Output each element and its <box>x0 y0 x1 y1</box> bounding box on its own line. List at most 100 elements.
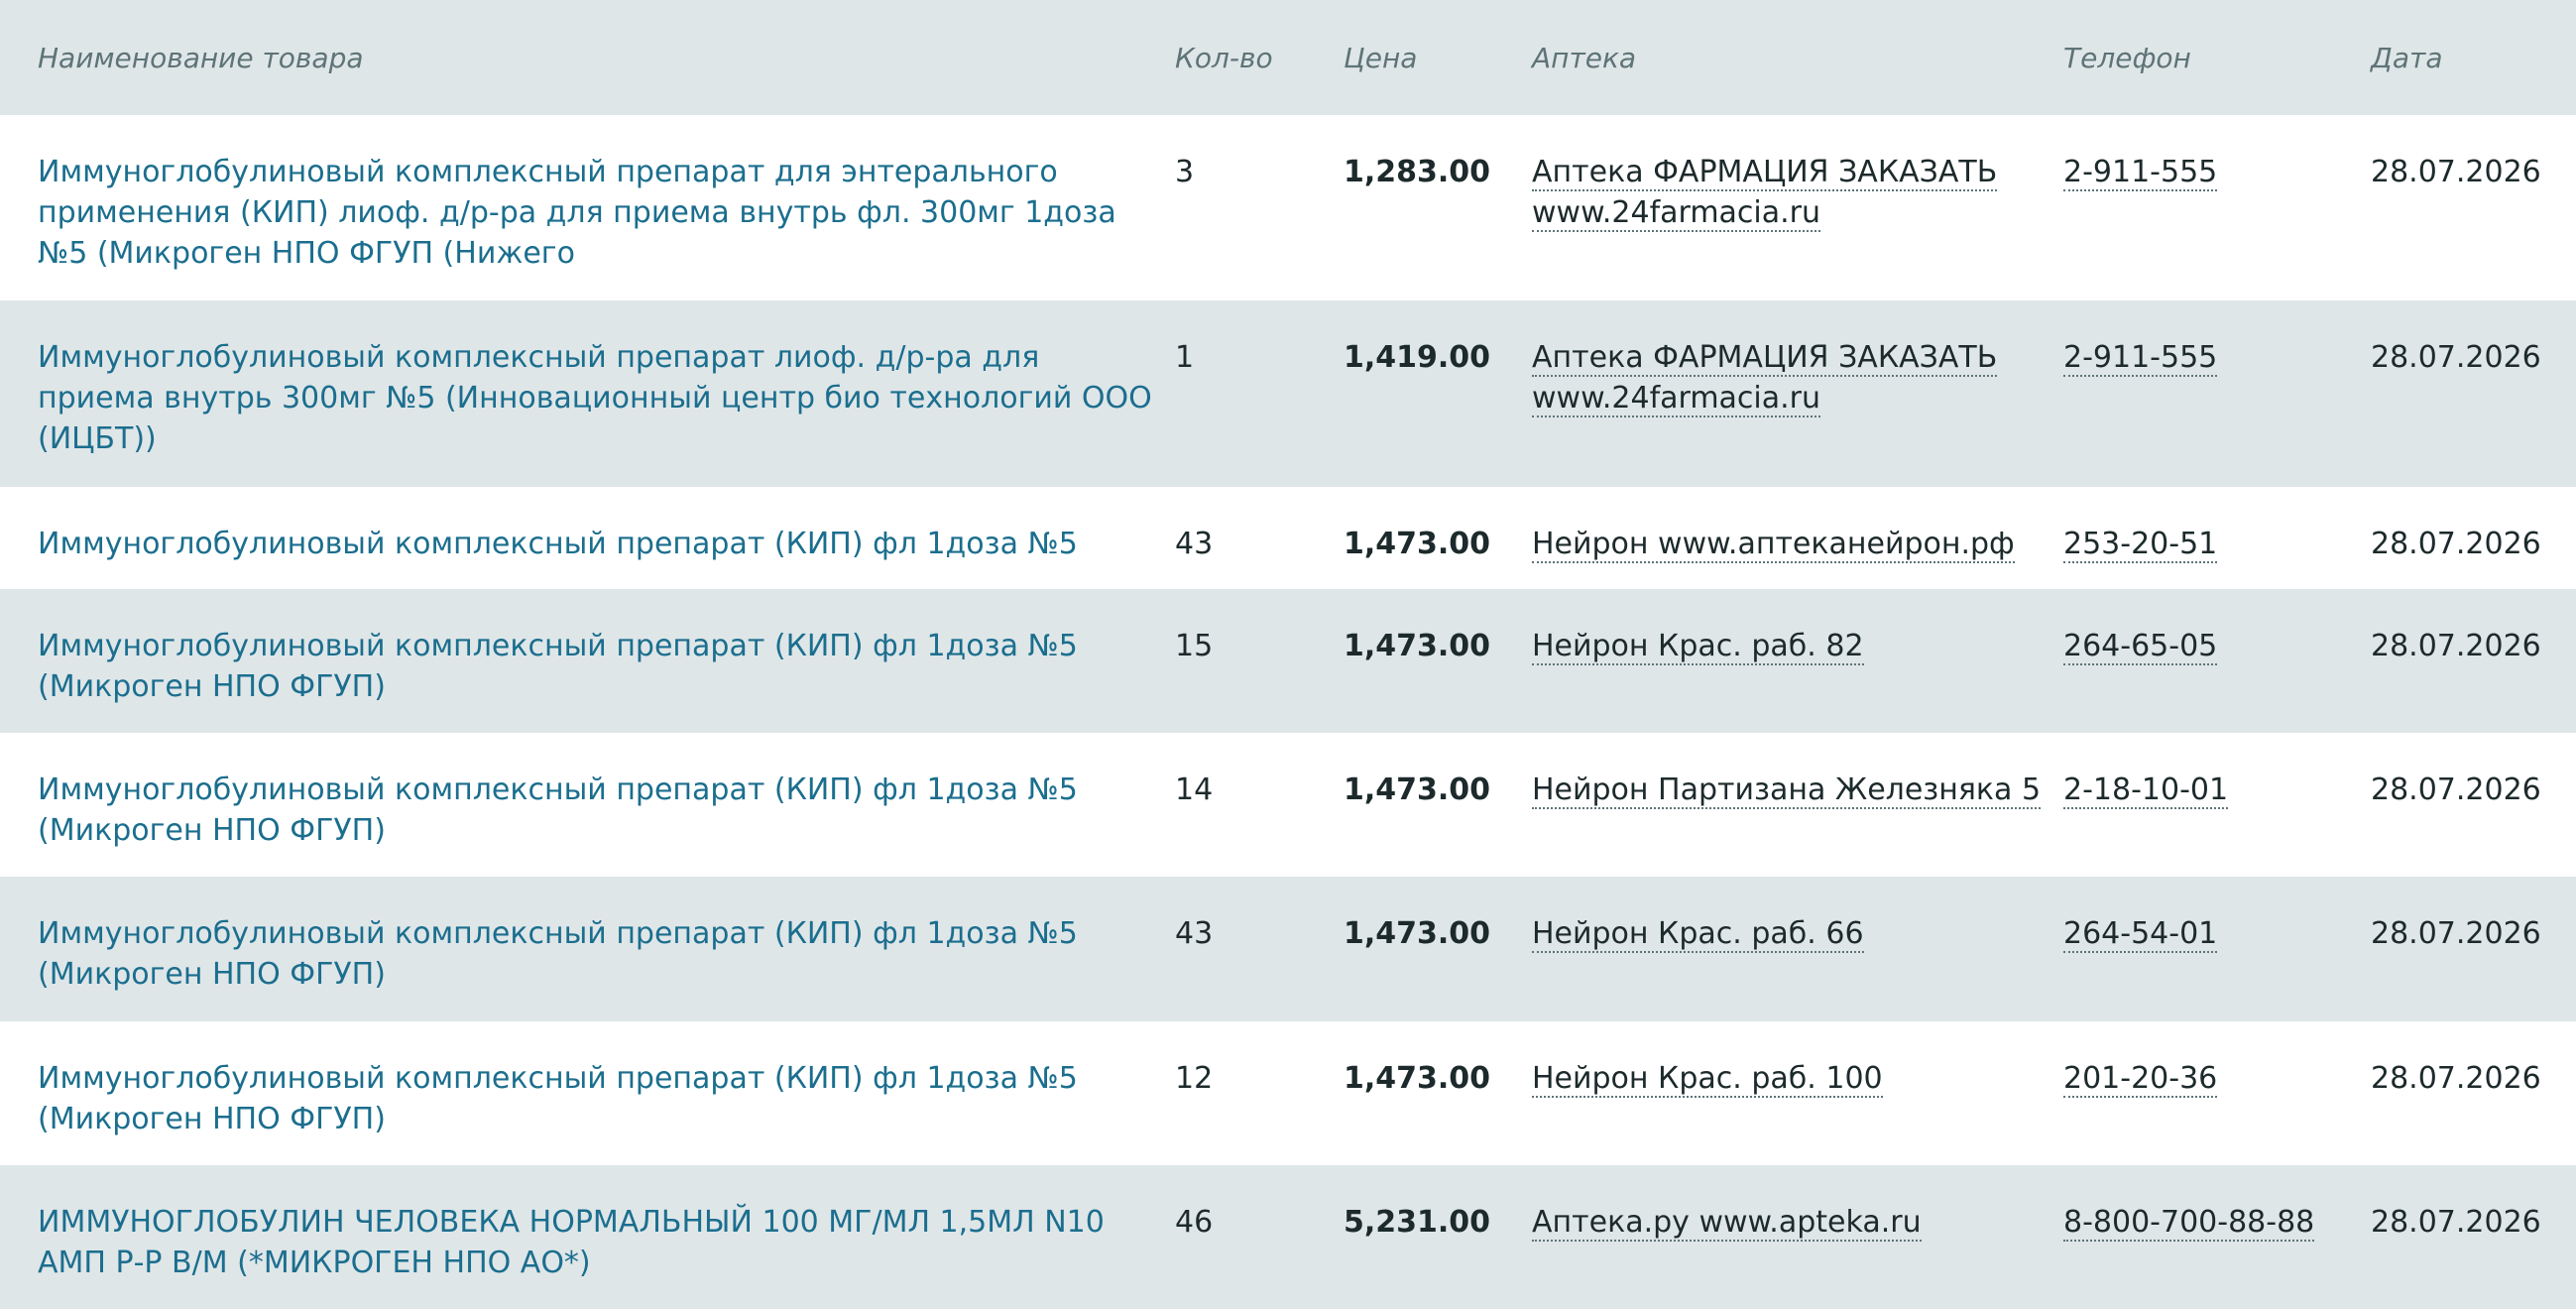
pharmacy-name-link[interactable]: Аптека ФАРМАЦИЯ ЗАКАЗАТЬ <box>1532 340 1998 378</box>
product-name-link[interactable]: ИММУНОГЛОБУЛИН ЧЕЛОВЕКА НОРМАЛЬНЫЙ 100 М… <box>38 1205 1105 1280</box>
product-name-link[interactable]: Иммуноглобулиновый комплексный препарат … <box>38 629 1078 704</box>
pharmacy-name-link[interactable]: Аптека ФАРМАЦИЯ ЗАКАЗАТЬ <box>1532 155 1998 191</box>
price-table: Наименование товара Кол-во Цена Аптека Т… <box>0 0 2576 1309</box>
date-cell: 28.07.2026 <box>2371 916 2541 952</box>
table-row: Иммуноглобулиновый комплексный препарат … <box>0 877 2576 1021</box>
phone-cell: 2-911-555 <box>2063 300 2371 486</box>
pharmacy-cell: Нейрон Крас. раб. 100 <box>1532 1021 2063 1165</box>
product-name-cell: ИММУНОГЛОБУЛИН ЧЕЛОВЕКА НОРМАЛЬНЫЙ 100 М… <box>0 1165 1175 1309</box>
product-name-cell: Иммуноглобулиновый комплексный препарат … <box>0 487 1175 589</box>
pharmacy-cell: Аптека ФАРМАЦИЯ ЗАКАЗАТЬ www.24farmacia.r… <box>1532 115 2063 300</box>
product-name-cell: Иммуноглобулиновый комплексный препарат … <box>0 300 1175 486</box>
price-value: 1,473.00 <box>1344 1060 1491 1096</box>
product-name-link[interactable]: Иммуноглобулиновый комплексный препарат … <box>38 916 1078 992</box>
pharmacy-cell: Аптека ФАРМАЦИЯ ЗАКАЗАТЬ www.24farmacia.r… <box>1532 300 2063 486</box>
price-cell: 1,473.00 <box>1344 487 1532 589</box>
price-value: 1,419.00 <box>1344 340 1491 376</box>
phone-link[interactable]: 2-18-10-01 <box>2063 773 2229 810</box>
header-row: Наименование товара Кол-во Цена Аптека Т… <box>0 0 2576 115</box>
pharmacy-name-link[interactable]: Аптека.ру www.apteka.ru <box>1532 1204 1922 1242</box>
quantity-cell: 1 <box>1175 340 1195 376</box>
pharmacy-cell: Нейрон www.аптеканейрон.рф <box>1532 487 2063 589</box>
quantity-cell: 12 <box>1175 1060 1214 1096</box>
phone-cell: 264-65-05 <box>2063 589 2371 733</box>
column-header-phone[interactable]: Телефон <box>2063 0 2371 115</box>
phone-link[interactable]: 264-65-05 <box>2063 628 2218 665</box>
price-value: 5,231.00 <box>1344 1204 1491 1240</box>
phone-cell: 201-20-36 <box>2063 1021 2371 1165</box>
quantity-cell: 46 <box>1175 1204 1214 1240</box>
column-header-date[interactable]: Дата <box>2371 0 2576 115</box>
pharmacy-name-link[interactable]: Нейрон Крас. раб. 66 <box>1532 916 1864 954</box>
phone-link[interactable]: 2-911-555 <box>2063 340 2218 378</box>
product-name-cell: Иммуноглобулиновый комплексный препарат … <box>0 589 1175 733</box>
phone-link[interactable]: 8-800-700-88-88 <box>2063 1204 2315 1242</box>
price-cell: 1,473.00 <box>1344 877 1532 1020</box>
product-name-link[interactable]: Иммуноглобулиновый комплексный препарат … <box>38 773 1078 848</box>
phone-cell: 253-20-51 <box>2063 487 2371 589</box>
price-cell: 1,473.00 <box>1344 1021 1532 1165</box>
price-value: 1,473.00 <box>1344 916 1491 952</box>
table-row: Иммуноглобулиновый комплексный препарат … <box>0 1020 2576 1165</box>
product-name-cell: Иммуноглобулиновый комплексный препарат … <box>0 877 1175 1020</box>
table-row: Иммуноглобулиновый комплексный препарат … <box>0 300 2576 487</box>
phone-link[interactable]: 253-20-51 <box>2063 526 2218 563</box>
date-cell: 28.07.2026 <box>2371 526 2541 561</box>
product-name-cell: Иммуноглобулиновый комплексный препарат … <box>0 1021 1175 1165</box>
product-name-link[interactable]: Иммуноглобулиновый комплексный препарат … <box>38 1061 1078 1136</box>
pharmacy-name-link[interactable]: Нейрон Крас. раб. 100 <box>1532 1060 1883 1098</box>
phone-cell: 8-800-700-88-88 <box>2063 1165 2371 1309</box>
date-cell: 28.07.2026 <box>2371 340 2541 376</box>
phone-cell: 2-18-10-01 <box>2063 733 2371 877</box>
price-cell: 5,231.00 <box>1344 1165 1532 1309</box>
table-body: Иммуноглобулиновый комплексный препарат … <box>0 115 2576 1309</box>
quantity-cell: 14 <box>1175 773 1214 808</box>
pharmacy-name-link[interactable]: Нейрон Партизана Железняка 5 <box>1532 773 2042 810</box>
column-header-qty[interactable]: Кол-во <box>1175 0 1344 115</box>
column-header-pharmacy[interactable]: Аптека <box>1532 0 2063 115</box>
phone-cell: 2-911-555 <box>2063 115 2371 300</box>
quantity-cell: 43 <box>1175 916 1214 952</box>
product-name-link[interactable]: Иммуноглобулиновый комплексный препарат … <box>38 527 1078 561</box>
product-name-link[interactable]: Иммуноглобулиновый комплексный препарат … <box>38 155 1116 271</box>
price-cell: 1,419.00 <box>1344 300 1532 486</box>
table-row: Иммуноглобулиновый комплексный препарат … <box>0 115 2576 301</box>
pharmacy-site-link[interactable]: www.24farmacia.ru <box>1532 195 1821 232</box>
table-row: Иммуноглобулиновый комплексный препарат … <box>0 486 2576 589</box>
date-cell: 28.07.2026 <box>2371 1204 2541 1240</box>
pharmacy-cell: Нейрон Партизана Железняка 5 <box>1532 733 2063 877</box>
date-cell: 28.07.2026 <box>2371 628 2541 663</box>
quantity-cell: 15 <box>1175 628 1214 663</box>
product-name-cell: Иммуноглобулиновый комплексный препарат … <box>0 115 1175 300</box>
product-name-cell: Иммуноглобулиновый комплексный препарат … <box>0 733 1175 877</box>
table-header: Наименование товара Кол-во Цена Аптека Т… <box>0 0 2576 115</box>
price-value: 1,473.00 <box>1344 628 1491 663</box>
pharmacy-site-link[interactable]: www.24farmacia.ru <box>1532 381 1821 418</box>
table-row: ИММУНОГЛОБУЛИН ЧЕЛОВЕКА НОРМАЛЬНЫЙ 100 М… <box>0 1164 2576 1309</box>
pharmacy-cell: Аптека.ру www.apteka.ru <box>1532 1165 2063 1309</box>
column-header-name[interactable]: Наименование товара <box>0 0 1175 115</box>
price-value: 1,283.00 <box>1344 155 1491 189</box>
date-cell: 28.07.2026 <box>2371 1060 2541 1096</box>
table-row: Иммуноглобулиновый комплексный препарат … <box>0 588 2576 734</box>
quantity-cell: 3 <box>1175 155 1195 189</box>
price-cell: 1,473.00 <box>1344 733 1532 877</box>
phone-link[interactable]: 2-911-555 <box>2063 155 2218 191</box>
pharmacy-cell: Нейрон Крас. раб. 66 <box>1532 877 2063 1020</box>
phone-link[interactable]: 201-20-36 <box>2063 1060 2218 1098</box>
pharmacy-cell: Нейрон Крас. раб. 82 <box>1532 589 2063 733</box>
pharmacy-name-link[interactable]: Нейрон Крас. раб. 82 <box>1532 628 1864 665</box>
price-cell: 1,473.00 <box>1344 589 1532 733</box>
pharmacy-name-link[interactable]: Нейрон www.аптеканейрон.рф <box>1532 526 2015 563</box>
quantity-cell: 43 <box>1175 526 1214 561</box>
price-cell: 1,283.00 <box>1344 115 1532 300</box>
date-cell: 28.07.2026 <box>2371 773 2541 808</box>
phone-cell: 264-54-01 <box>2063 877 2371 1020</box>
table-row: Иммуноглобулиновый комплексный препарат … <box>0 733 2576 878</box>
phone-link[interactable]: 264-54-01 <box>2063 916 2218 954</box>
product-name-link[interactable]: Иммуноглобулиновый комплексный препарат … <box>38 340 1152 456</box>
price-value: 1,473.00 <box>1344 526 1491 561</box>
price-value: 1,473.00 <box>1344 773 1491 808</box>
date-cell: 28.07.2026 <box>2371 155 2541 189</box>
column-header-price[interactable]: Цена <box>1344 0 1532 115</box>
